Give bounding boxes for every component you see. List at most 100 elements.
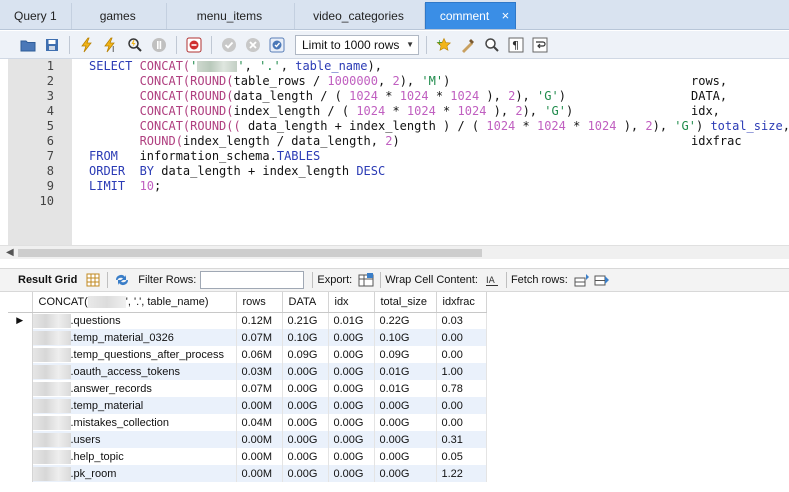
stop-icon[interactable] <box>149 35 169 55</box>
cell-total-size[interactable]: 0.01G <box>374 380 437 397</box>
cell-idxfrac[interactable]: 0.03 <box>436 312 487 329</box>
table-row[interactable]: ▶ .questions 0.12M 0.21G 0.01G 0.22G 0.03 <box>8 312 487 329</box>
cell-data[interactable]: 0.00G <box>282 397 329 414</box>
editor-horizontal-scrollbar[interactable]: ◀ <box>0 245 789 259</box>
cell-idxfrac[interactable]: 0.00 <box>436 346 487 363</box>
beautify-icon[interactable] <box>458 35 478 55</box>
tab-video-categories[interactable]: video_categories <box>295 3 425 29</box>
cell-data[interactable]: 0.00G <box>282 448 329 465</box>
table-row[interactable]: .temp_questions_after_process 0.06M 0.09G 0… <box>8 346 487 363</box>
table-row[interactable]: .temp_material 0.00M 0.00G 0.00G 0.00G 0.00 <box>8 397 487 414</box>
cell-rows[interactable]: 0.04M <box>236 414 283 431</box>
cell-total-size[interactable]: 0.09G <box>374 346 437 363</box>
fetch-next-icon[interactable] <box>572 270 592 290</box>
cell-table-name[interactable]: .pk_room <box>32 465 237 482</box>
cell-data[interactable]: 0.00G <box>282 363 329 380</box>
scrollbar-thumb[interactable] <box>18 249 482 257</box>
cell-table-name[interactable]: .temp_questions_after_process <box>32 346 237 363</box>
cell-idx[interactable]: 0.01G <box>328 312 375 329</box>
cell-rows[interactable]: 0.07M <box>236 380 283 397</box>
cell-table-name[interactable]: .temp_material_0326 <box>32 329 237 346</box>
cell-data[interactable]: 0.00G <box>282 465 329 482</box>
column-header-total-size[interactable]: total_size <box>374 292 437 313</box>
toggle-stop-on-error-icon[interactable] <box>184 35 204 55</box>
rollback-icon[interactable] <box>243 35 263 55</box>
sql-editor[interactable]: 1 2 3 4 5 6 7 8 9 10 SELECT CONCAT(' ', '… <box>0 59 789 245</box>
limit-rows-select[interactable]: Limit to 1000 rows ▼ <box>295 34 419 55</box>
column-header-rows[interactable]: rows <box>236 292 283 313</box>
commit-icon[interactable] <box>219 35 239 55</box>
tab-query-1[interactable]: Query 1 <box>0 3 72 29</box>
wrap-icon[interactable] <box>530 35 550 55</box>
cell-idx[interactable]: 0.00G <box>328 414 375 431</box>
fetch-all-icon[interactable] <box>592 270 612 290</box>
scroll-left-icon[interactable]: ◀ <box>6 246 14 260</box>
cell-rows[interactable]: 0.00M <box>236 465 283 482</box>
execute-icon[interactable] <box>77 35 97 55</box>
cell-rows[interactable]: 0.07M <box>236 329 283 346</box>
cell-idx[interactable]: 0.00G <box>328 465 375 482</box>
cell-data[interactable]: 0.00G <box>282 380 329 397</box>
cell-idx[interactable]: 0.00G <box>328 448 375 465</box>
cell-idxfrac[interactable]: 0.31 <box>436 431 487 448</box>
table-row[interactable]: .pk_room 0.00M 0.00G 0.00G 0.00G 1.22 <box>8 465 487 482</box>
cell-idx[interactable]: 0.00G <box>328 329 375 346</box>
cell-idx[interactable]: 0.00G <box>328 346 375 363</box>
explain-icon[interactable] <box>125 35 145 55</box>
autocommit-icon[interactable] <box>267 35 287 55</box>
column-header-data[interactable]: DATA <box>282 292 329 313</box>
table-row[interactable]: .oauth_access_tokens 0.03M 0.00G 0.00G 0.01G… <box>8 363 487 380</box>
cell-total-size[interactable]: 0.00G <box>374 448 437 465</box>
cell-table-name[interactable]: .oauth_access_tokens <box>32 363 237 380</box>
folder-icon[interactable] <box>18 35 38 55</box>
cell-rows[interactable]: 0.00M <box>236 448 283 465</box>
table-row[interactable]: .temp_material_0326 0.07M 0.10G 0.00G 0.10G 0… <box>8 329 487 346</box>
table-row[interactable]: .users 0.00M 0.00G 0.00G 0.00G 0.31 <box>8 431 487 448</box>
close-tab-icon[interactable]: × <box>502 3 510 29</box>
cell-total-size[interactable]: 0.00G <box>374 397 437 414</box>
tab-games[interactable]: games <box>72 3 167 29</box>
refresh-icon[interactable] <box>112 270 132 290</box>
cell-idxfrac[interactable]: 0.78 <box>436 380 487 397</box>
execute-current-icon[interactable]: I <box>101 35 121 55</box>
cell-idxfrac[interactable]: 0.00 <box>436 397 487 414</box>
cell-rows[interactable]: 0.00M <box>236 431 283 448</box>
cell-total-size[interactable]: 0.00G <box>374 465 437 482</box>
cell-table-name[interactable]: .mistakes_collection <box>32 414 237 431</box>
cell-idxfrac[interactable]: 1.22 <box>436 465 487 482</box>
cell-idx[interactable]: 0.00G <box>328 363 375 380</box>
result-grid[interactable]: CONCAT(', '.', table_name) rows DATA idx… <box>8 292 487 482</box>
tab-menu-items[interactable]: menu_items <box>167 3 296 29</box>
save-icon[interactable] <box>42 35 62 55</box>
cell-data[interactable]: 0.21G <box>282 312 329 329</box>
cell-data[interactable]: 0.10G <box>282 329 329 346</box>
cell-idx[interactable]: 0.00G <box>328 380 375 397</box>
cell-table-name[interactable]: .help_topic <box>32 448 237 465</box>
cell-data[interactable]: 0.09G <box>282 346 329 363</box>
filter-rows-input[interactable] <box>200 271 305 289</box>
cell-total-size[interactable]: 0.22G <box>374 312 437 329</box>
cell-idxfrac[interactable]: 0.05 <box>436 448 487 465</box>
cell-idxfrac[interactable]: 0.00 <box>436 329 487 346</box>
table-row[interactable]: .mistakes_collection 0.04M 0.00G 0.00G 0.00G… <box>8 414 487 431</box>
cell-idx[interactable]: 0.00G <box>328 431 375 448</box>
invisible-chars-icon[interactable]: ¶ <box>506 35 526 55</box>
cell-data[interactable]: 0.00G <box>282 431 329 448</box>
column-header-idxfrac[interactable]: idxfrac <box>436 292 487 313</box>
table-row[interactable]: .answer_records 0.07M 0.00G 0.00G 0.01G 0.78 <box>8 380 487 397</box>
cell-data[interactable]: 0.00G <box>282 414 329 431</box>
cell-total-size[interactable]: 0.00G <box>374 414 437 431</box>
cell-table-name[interactable]: .users <box>32 431 237 448</box>
find-icon[interactable] <box>482 35 502 55</box>
cell-rows[interactable]: 0.00M <box>236 397 283 414</box>
cell-total-size[interactable]: 0.00G <box>374 431 437 448</box>
grid-view-icon[interactable] <box>83 270 103 290</box>
column-header-name[interactable]: CONCAT(', '.', table_name) <box>32 292 237 313</box>
table-row[interactable]: .help_topic 0.00M 0.00G 0.00G 0.00G 0.05 <box>8 448 487 465</box>
cell-rows[interactable]: 0.03M <box>236 363 283 380</box>
cell-idx[interactable]: 0.00G <box>328 397 375 414</box>
add-favorite-icon[interactable]: + <box>434 35 454 55</box>
cell-rows[interactable]: 0.12M <box>236 312 283 329</box>
cell-rows[interactable]: 0.06M <box>236 346 283 363</box>
wrap-cell-icon[interactable]: IA <box>482 270 502 290</box>
